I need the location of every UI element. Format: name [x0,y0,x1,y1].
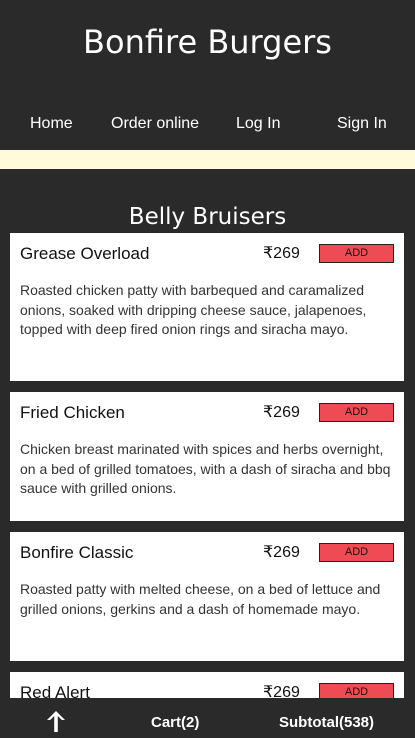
notice-banner [0,150,415,169]
add-to-cart-button[interactable]: ADD [319,543,394,562]
menu-item-name: Fried Chicken [20,403,125,422]
header: Bonfire Burgers Home Order online Log In… [0,0,415,150]
add-to-cart-button[interactable]: ADD [319,403,394,422]
cart-subtotal: Subtotal(538) [279,714,375,731]
menu-item-name: Grease Overload [20,244,150,263]
nav-sign-in-link[interactable]: Sign In [337,114,387,134]
nav-log-in-link[interactable]: Log In [236,114,280,134]
menu-item-description: Roasted patty with melted cheese, on a b… [20,581,381,617]
bottom-cart-bar: Cart(2) Subtotal(538) [0,698,415,738]
nav-home-link[interactable]: Home [30,114,73,134]
main-nav: Home Order online Log In Sign In [0,114,415,136]
arrow-up-icon[interactable] [44,709,68,733]
section-title: Belly Bruisers [128,204,287,230]
cart-count[interactable]: Cart(2) [151,714,199,732]
brand-title: Bonfire Burgers [83,23,332,61]
menu-item-description: Roasted chicken patty with barbequed and… [20,282,367,337]
nav-order-online-link[interactable]: Order online [111,114,199,134]
add-to-cart-button[interactable]: ADD [319,244,394,263]
menu-item-card: Bonfire Classic ₹269 ADD Roasted patty w… [10,532,404,661]
menu-item-name: Bonfire Classic [20,543,134,562]
menu-item-card: Grease Overload ₹269 ADD Roasted chicken… [10,233,404,381]
menu-item-price: ₹269 [263,544,300,561]
menu-item-card: Fried Chicken ₹269 ADD Chicken breast ma… [10,392,404,521]
menu-item-description: Chicken breast marinated with spices and… [20,441,391,496]
menu-item-price: ₹269 [263,245,300,262]
menu-item-price: ₹269 [263,404,300,421]
